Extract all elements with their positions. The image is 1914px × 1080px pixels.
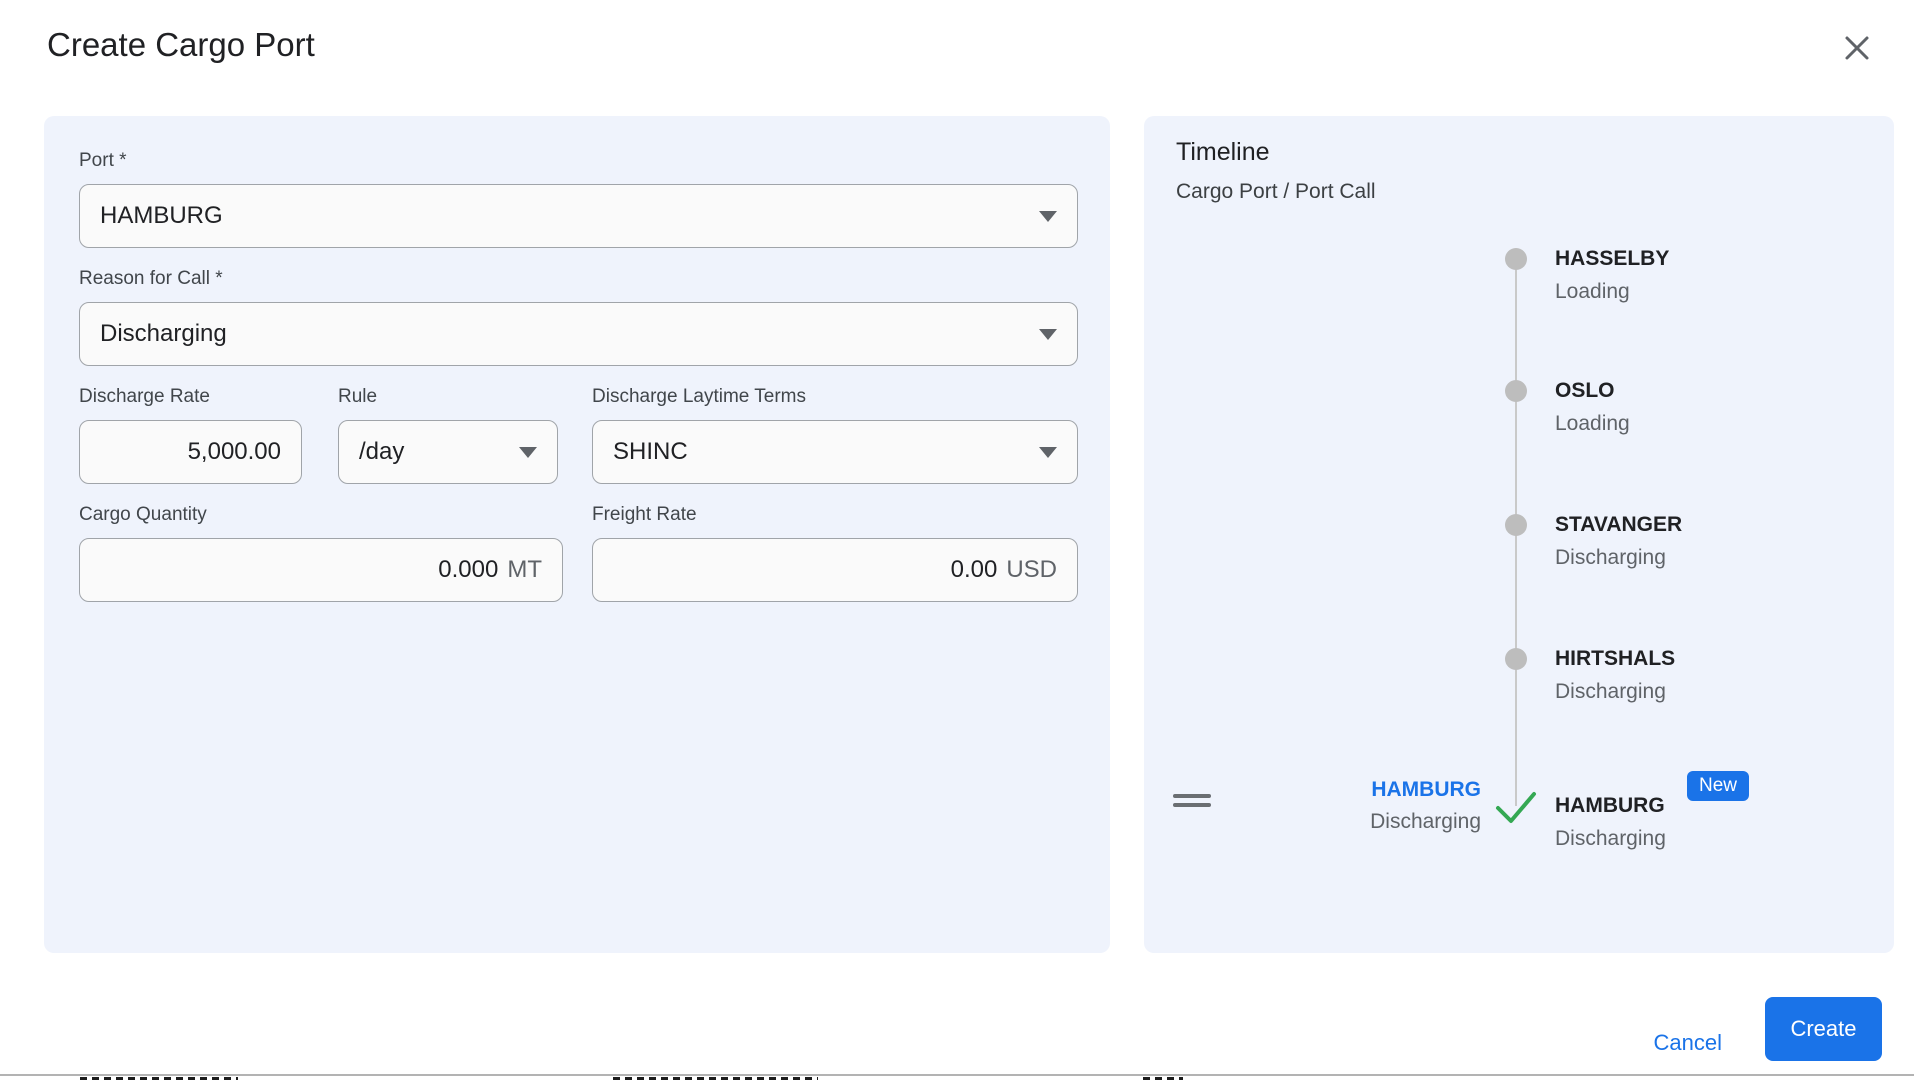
freight-rate-value: 0.00 [950, 556, 998, 583]
reason-for-call-label: Reason for Call * [79, 268, 223, 289]
timeline-port-status: Discharging [1555, 680, 1666, 703]
freight-rate-unit: USD [1006, 556, 1057, 583]
dragged-port-name: HAMBURG [1371, 778, 1481, 801]
timeline-port-name: OSLO [1555, 379, 1615, 402]
timeline-panel: Timeline Cargo Port / Port Call HASSELBY… [1144, 116, 1894, 953]
timeline-item: STAVANGER Discharging [1555, 512, 1682, 571]
close-icon [1845, 36, 1869, 60]
port-label: Port * [79, 150, 127, 171]
discharge-rate-label: Discharge Rate [79, 386, 210, 407]
timeline-port-status: Loading [1555, 280, 1630, 303]
cancel-button[interactable]: Cancel [1654, 1030, 1722, 1056]
timeline-port-name: HASSELBY [1555, 247, 1670, 270]
timeline-title: Timeline [1176, 138, 1270, 166]
rule-label: Rule [338, 386, 378, 407]
timeline-item: HAMBURG Discharging [1555, 793, 1666, 852]
timeline-port-name: STAVANGER [1555, 513, 1683, 536]
timeline-dot-icon [1505, 380, 1527, 402]
timeline-dot-icon [1505, 648, 1527, 670]
cargo-quantity-unit: MT [507, 556, 542, 583]
chevron-down-icon [1039, 447, 1057, 458]
timeline-port-status: Loading [1555, 412, 1630, 435]
timeline-item: HIRTSHALS Discharging [1555, 646, 1675, 705]
freight-rate-input[interactable]: 0.00 USD [592, 538, 1078, 602]
timeline-port-name: HAMBURG [1555, 794, 1665, 817]
freight-rate-label: Freight Rate [592, 504, 697, 525]
close-button[interactable] [1837, 28, 1877, 68]
timeline-port-name: HIRTSHALS [1555, 647, 1676, 670]
check-icon [1496, 792, 1536, 823]
create-cargo-port-dialog: Create Cargo Port Port * HAMBURG Reason … [0, 0, 1914, 1080]
port-select[interactable]: HAMBURG [79, 184, 1078, 248]
reason-for-call-select[interactable]: Discharging [79, 302, 1078, 366]
dragged-port-status: Discharging [1370, 810, 1481, 833]
cargo-quantity-value: 0.000 [438, 556, 499, 583]
new-badge: New [1687, 771, 1750, 801]
chevron-down-icon [1039, 211, 1057, 222]
drag-handle-icon[interactable] [1173, 794, 1213, 810]
timeline-dot-icon [1505, 248, 1527, 270]
discharge-rate-input[interactable]: 5,000.00 [79, 420, 302, 484]
dialog-bottom-edge [0, 1074, 1914, 1076]
rule-select[interactable]: /day [338, 420, 558, 484]
discharge-laytime-terms-value: SHINC [613, 438, 688, 465]
timeline-item: OSLO Loading [1555, 378, 1630, 437]
create-button[interactable]: Create [1765, 997, 1882, 1061]
discharge-laytime-terms-select[interactable]: SHINC [592, 420, 1078, 484]
cargo-quantity-input[interactable]: 0.000 MT [79, 538, 563, 602]
form-panel: Port * HAMBURG Reason for Call * Dischar… [44, 116, 1110, 953]
rule-value: /day [359, 438, 405, 465]
timeline-dragged-item: HAMBURG Discharging [1370, 777, 1481, 835]
dialog-title: Create Cargo Port [47, 26, 315, 63]
timeline-item: HASSELBY Loading [1555, 246, 1669, 305]
discharge-laytime-terms-label: Discharge Laytime Terms [592, 386, 807, 407]
port-value: HAMBURG [100, 202, 223, 229]
reason-for-call-value: Discharging [100, 320, 227, 347]
timeline-port-status: Discharging [1555, 546, 1666, 569]
cargo-quantity-label: Cargo Quantity [79, 504, 207, 525]
timeline-dot-icon [1505, 514, 1527, 536]
timeline-port-status: Discharging [1555, 827, 1666, 850]
chevron-down-icon [519, 447, 537, 458]
timeline-subtitle: Cargo Port / Port Call [1176, 180, 1376, 203]
discharge-rate-value: 5,000.00 [187, 438, 281, 465]
chevron-down-icon [1039, 329, 1057, 340]
